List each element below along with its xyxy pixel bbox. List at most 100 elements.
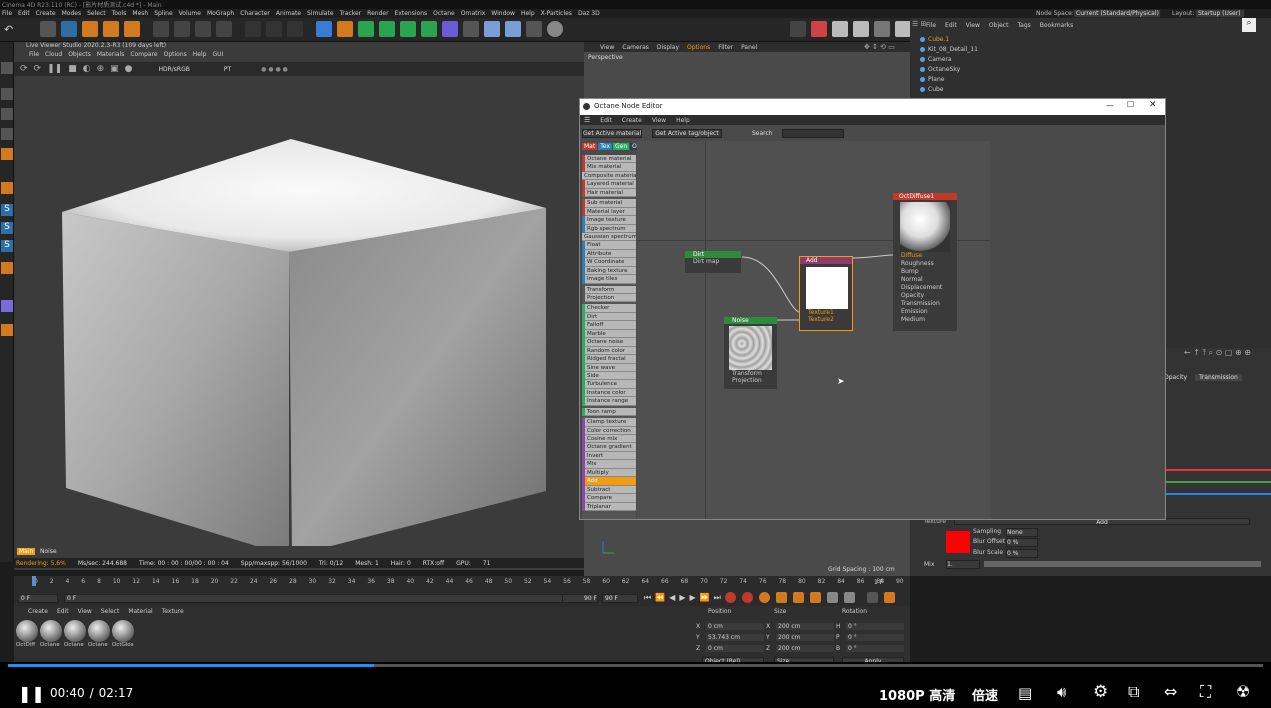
object-item[interactable]: Cube [912, 84, 1022, 94]
cube-primitive-icon[interactable] [316, 21, 332, 37]
danmaku-off-icon[interactable]: ▤ [1018, 684, 1032, 702]
go-end-icon[interactable]: ⏭ [714, 593, 721, 603]
prev-key-icon[interactable]: ⏪ [655, 593, 665, 602]
color-mode-dropdown[interactable]: HDR/sRGB [158, 66, 189, 73]
points-mode-icon[interactable] [1, 108, 13, 120]
ne-menu-edit[interactable]: Edit [600, 117, 612, 124]
timeline-ruler[interactable]: 0246810121416182022242628303234363840424… [34, 576, 904, 586]
scale-tool-icon[interactable] [82, 21, 98, 37]
rot-key-icon[interactable] [792, 592, 804, 603]
kernel-dropdown[interactable]: PT [224, 66, 231, 73]
material-thumbnail[interactable]: Octane [88, 620, 110, 648]
workplane-icon[interactable] [1, 300, 13, 312]
menu-mesh[interactable]: Mesh [132, 10, 148, 17]
object-item[interactable]: Camera [912, 54, 1022, 64]
scale-key-icon[interactable] [809, 592, 821, 603]
node-list-item[interactable]: Ridged fractal [582, 355, 636, 364]
menu-tracker[interactable]: Tracker [340, 10, 362, 17]
menu-mograph[interactable]: MoGraph [207, 10, 234, 17]
move-tool-icon[interactable] [40, 21, 56, 37]
deformer-icon[interactable] [400, 21, 416, 37]
cloner-icon[interactable] [379, 21, 395, 37]
dirt-node-port[interactable]: Dirt map [685, 258, 741, 265]
menu-simulate[interactable]: Simulate [307, 10, 334, 17]
menu-character[interactable]: Character [240, 10, 270, 17]
vp-menu-view[interactable]: View [600, 44, 614, 51]
tab-transmission[interactable]: Transmission [1195, 374, 1242, 381]
timeline-icon[interactable] [883, 592, 895, 603]
node-list-item[interactable]: Subtract [582, 485, 636, 495]
quality-button[interactable]: 1080P 高清 [879, 685, 955, 704]
ne-menu-view[interactable]: View [652, 117, 666, 124]
send-scene-icon[interactable]: ⟳ [20, 64, 28, 74]
diffuse-port-transmission[interactable]: Transmission [893, 300, 957, 308]
add-port-texture2[interactable]: Texture2 [800, 316, 852, 323]
menu-window[interactable]: Window [491, 10, 515, 17]
node-list-item[interactable]: Falloff [582, 321, 636, 330]
noise-port-projection[interactable]: Projection [724, 377, 777, 384]
node-list-item[interactable]: Color correction [582, 426, 636, 435]
picture-icon[interactable] [811, 21, 827, 37]
menu-render[interactable]: Render [367, 10, 388, 17]
tab-opacity[interactable]: Opacity [1164, 374, 1187, 381]
node-list-item[interactable]: Material layer [582, 207, 636, 217]
menu-animate[interactable]: Animate [276, 10, 301, 17]
object-item[interactable]: Kit_08_Detail_11 [912, 44, 1022, 54]
mix-slider[interactable] [984, 561, 1261, 567]
play-icon[interactable]: ▶ [679, 593, 685, 602]
node-list-item[interactable]: Layered material [582, 180, 636, 189]
node-list-item[interactable]: Clamp texture [582, 418, 636, 427]
node-list-item[interactable]: Hair material [582, 188, 636, 198]
menu-octane[interactable]: Octane [433, 10, 455, 17]
edges-mode-icon[interactable] [1, 128, 13, 140]
diffuse-port-normal[interactable]: Normal [893, 276, 957, 284]
vp-menu-panel[interactable]: Panel [741, 44, 757, 51]
om-search-icon[interactable]: ⌕ [1242, 18, 1256, 32]
lv-menu-materials[interactable]: Materials [97, 51, 125, 58]
node-list-item[interactable]: Mix [582, 460, 636, 469]
ne-menu-create[interactable]: Create [622, 117, 642, 124]
node-list-item[interactable]: Side [582, 371, 636, 381]
lv-menu-options[interactable]: Options [164, 51, 187, 58]
node-space-dropdown[interactable]: Current (Standard/Physical) [1073, 9, 1161, 18]
snap-icon[interactable] [1, 182, 13, 194]
node-list-item[interactable]: W Coordinate [582, 258, 636, 267]
menu-create[interactable]: Create [36, 10, 56, 17]
lv-menu-compare[interactable]: Compare [130, 51, 157, 58]
settings-icon[interactable]: ⚙ [1093, 682, 1108, 702]
mat-menu-select[interactable]: Select [101, 608, 120, 615]
pip-icon[interactable]: ⧉ [1128, 682, 1139, 702]
speed-button[interactable]: 倍速 [972, 685, 998, 704]
stop-icon[interactable]: ■ [68, 64, 77, 74]
menu-daz-3d[interactable]: Daz 3D [578, 10, 600, 17]
node-list-item[interactable]: Transform [582, 285, 636, 294]
hamburger-icon[interactable]: ☰ [584, 116, 590, 124]
diffuse-port-emission[interactable]: Emission [893, 308, 957, 316]
light-icon[interactable] [484, 21, 500, 37]
coord-s[interactable]: 200 cm [776, 623, 834, 630]
menu-edit[interactable]: Edit [18, 10, 30, 17]
node-list-item[interactable]: Image texture [582, 216, 636, 225]
render-settings-icon[interactable] [287, 21, 303, 37]
mat-menu-material[interactable]: Material [128, 608, 152, 615]
menu-tools[interactable]: Tools [112, 10, 127, 17]
add-port-texture1[interactable]: Texture1 [800, 309, 852, 316]
search-input[interactable] [782, 129, 844, 138]
pen-icon[interactable] [337, 21, 353, 37]
get-active-material-button[interactable]: Get Active material [582, 129, 642, 138]
node-list-item[interactable]: Instance color [582, 388, 636, 398]
node-list-item[interactable]: Composite material [582, 171, 636, 181]
tab-mat[interactable]: Mat [582, 143, 598, 150]
object-item[interactable]: Cube.1 [912, 34, 1022, 44]
coord-p[interactable]: 0 cm [706, 645, 764, 652]
node-canvas[interactable]: Dirt Dirt map Noise Transform Projection… [637, 141, 990, 519]
mat-menu-view[interactable]: View [78, 608, 92, 615]
start-frame-field2[interactable]: 0 F [64, 594, 594, 603]
solo-icon[interactable]: S [1, 204, 13, 216]
pin-icon[interactable]: ● ● ● ● [261, 66, 288, 73]
diffuse-node[interactable]: OctDiffuse1 Diffuse Roughness Bump Normal Di… [893, 193, 957, 331]
menu-volume[interactable]: Volume [179, 10, 201, 17]
start-frame-field[interactable]: 0 F [18, 594, 58, 603]
menu-ornatrix[interactable]: Ornatrix [461, 10, 486, 17]
material-thumbnail[interactable]: OctDiff [16, 620, 38, 648]
